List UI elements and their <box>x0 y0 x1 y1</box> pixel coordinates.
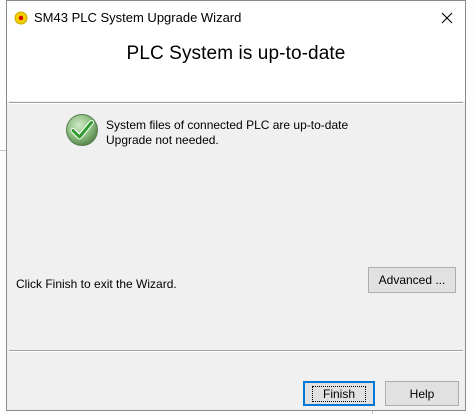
green-checkmark-icon <box>66 114 98 146</box>
wizard-dialog: SM43 PLC System Upgrade Wizard PLC Syste… <box>6 0 466 411</box>
close-button[interactable] <box>429 1 465 34</box>
footer-divider <box>9 350 463 352</box>
help-button[interactable]: Help <box>385 381 459 406</box>
window-title: SM43 PLC System Upgrade Wizard <box>34 10 242 25</box>
advanced-button[interactable]: Advanced ... <box>368 267 456 293</box>
header-divider <box>9 102 463 104</box>
finish-button-label: Finish <box>311 385 366 402</box>
finish-hint-text: Click Finish to exit the Wizard. <box>16 277 177 291</box>
status-submessage: Upgrade not needed. <box>106 133 219 147</box>
status-message: System files of connected PLC are up-to-… <box>106 118 349 132</box>
app-icon <box>14 11 28 25</box>
title-bar: SM43 PLC System Upgrade Wizard <box>7 1 465 34</box>
close-icon <box>441 12 453 23</box>
finish-button[interactable]: Finish <box>303 381 375 406</box>
page-title: PLC System is up-to-date <box>126 43 346 64</box>
